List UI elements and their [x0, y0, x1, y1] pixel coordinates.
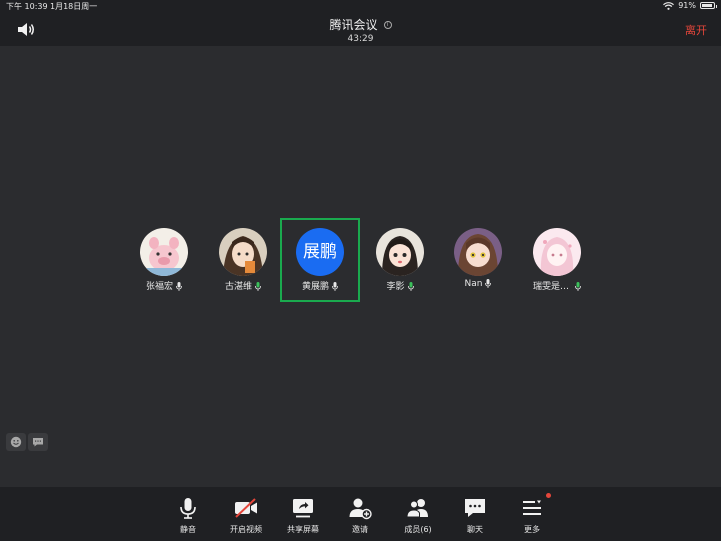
mic-active-icon	[255, 282, 261, 291]
share-screen-label: 共享屏幕	[287, 525, 319, 534]
participant-name-row: 张福宏	[124, 279, 204, 292]
text-avatar: 展鹏	[296, 228, 344, 276]
participant-tile-active[interactable]: 展鹏 黄展鹏	[280, 218, 360, 302]
battery-icon	[700, 2, 717, 9]
chat-icon	[465, 499, 485, 517]
invite-label: 邀请	[352, 525, 368, 534]
participant-strip: 张福宏 古湛维 展鹏 黄展鹏 李影 Nan 瑞雯是…	[0, 218, 721, 302]
members-button[interactable]: 成员(6)	[390, 487, 446, 541]
mic-active-icon	[407, 282, 414, 291]
meeting-title: 腾讯会议	[329, 18, 378, 32]
participant-tile[interactable]: Nan	[438, 218, 518, 302]
mic-icon	[332, 282, 338, 291]
participant-name-row: Nan	[438, 279, 518, 289]
participant-name: 张福宏	[145, 282, 173, 292]
participant-name: 黄展鹏	[301, 282, 329, 292]
share-screen-button[interactable]: 共享屏幕	[275, 487, 331, 541]
status-date: 1月18日周一	[50, 2, 98, 11]
members-label: 成员(6)	[404, 525, 432, 534]
status-bar: 下午 10:39 1月18日周一 91%	[0, 0, 721, 13]
participant-name: 李影	[386, 282, 405, 292]
participant-tile[interactable]: 李影	[360, 218, 440, 302]
add-user-icon	[349, 498, 372, 520]
danmaku-button[interactable]	[28, 433, 48, 451]
chat-label: 聊天	[467, 525, 483, 534]
more-button[interactable]: 更多	[504, 487, 560, 541]
mic-active-icon	[575, 282, 581, 291]
participant-tile[interactable]: 瑞雯是…	[517, 218, 597, 302]
more-label: 更多	[524, 525, 540, 534]
chat-button[interactable]: 聊天	[447, 487, 503, 541]
invite-button[interactable]: 邀请	[332, 487, 388, 541]
participant-name: 古湛维	[224, 282, 252, 292]
mic-icon	[176, 282, 182, 291]
battery-percent: 91%	[678, 1, 696, 10]
participant-name-row: 古湛维	[203, 279, 283, 292]
menu-icon	[523, 500, 541, 515]
meeting-title-area: 腾讯会议 i 43:29	[0, 14, 721, 44]
anime-girl-avatar-2	[454, 228, 502, 276]
meeting-header: 腾讯会议 i 43:29 离开	[0, 13, 721, 46]
start-video-label: 开启视频	[230, 525, 262, 534]
bottom-toolbar: 静音 开启视频 共享屏幕 邀请 成员(6) 聊天 更多	[0, 487, 721, 541]
meeting-timer: 43:29	[347, 34, 374, 44]
battery-fill	[702, 4, 712, 7]
emoji-icon	[10, 436, 22, 448]
pig-avatar	[140, 228, 188, 276]
share-screen-icon	[293, 499, 313, 518]
leave-button[interactable]: 离开	[685, 22, 707, 38]
status-right: 91%	[663, 1, 717, 10]
chat-bubble-icon	[33, 438, 43, 447]
participant-name: Nan	[464, 279, 483, 289]
notification-dot	[546, 493, 551, 498]
wifi-icon	[663, 1, 675, 10]
participant-name-row: 黄展鹏	[280, 279, 360, 292]
start-video-button[interactable]: 开启视频	[218, 487, 274, 541]
video-off-icon	[235, 498, 257, 518]
info-icon[interactable]: i	[383, 20, 392, 29]
mute-label: 静音	[180, 525, 196, 534]
participant-name-row: 瑞雯是…	[517, 279, 597, 292]
members-icon	[406, 499, 428, 518]
pink-anime-avatar	[533, 228, 581, 276]
participant-tile[interactable]: 张福宏	[124, 218, 204, 302]
mic-icon	[485, 279, 492, 288]
mute-button[interactable]: 静音	[160, 487, 216, 541]
title-row: 腾讯会议 i	[329, 16, 392, 33]
participant-name: 瑞雯是…	[532, 282, 569, 292]
status-time: 下午 10:39	[6, 2, 48, 11]
participant-tile[interactable]: 古湛维	[203, 218, 283, 302]
anime-girl-avatar	[219, 228, 267, 276]
participant-name-row: 李影	[360, 279, 440, 292]
cartoon-girl-avatar	[376, 228, 424, 276]
microphone-icon	[180, 498, 196, 519]
emoji-button[interactable]	[6, 433, 26, 451]
